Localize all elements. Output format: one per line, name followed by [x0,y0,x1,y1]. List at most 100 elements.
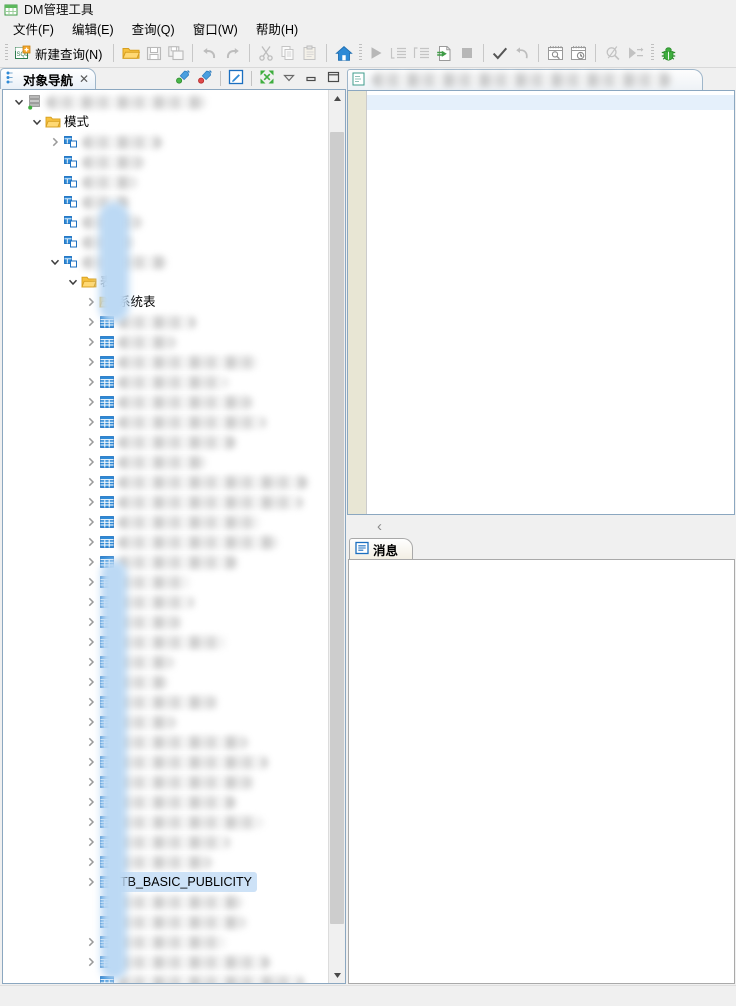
chevron-down-icon[interactable] [29,112,45,132]
chevron-right-icon[interactable] [83,352,99,372]
connect-button[interactable] [173,69,193,88]
tree-node-schemas[interactable]: 模式 [3,112,328,132]
chevron-right-icon[interactable] [83,512,99,532]
paste-button[interactable] [299,42,321,64]
chevron-right-icon[interactable] [83,432,99,452]
tree-node-table-10[interactable] [3,492,328,512]
tree-node-schema-1[interactable] [3,132,328,152]
chevron-left-icon[interactable]: ‹ [377,519,382,534]
tree-node-table-28[interactable] [3,852,328,872]
chevron-right-icon[interactable] [83,772,99,792]
explain-plan-button[interactable] [544,42,567,64]
tree-node-table-9[interactable] [3,472,328,492]
chevron-right-icon[interactable] [83,712,99,732]
messages-panel[interactable] [348,559,735,984]
tree-node-table-26[interactable] [3,812,328,832]
chevron-right-icon[interactable] [83,792,99,812]
copy-button[interactable] [277,42,299,64]
object-tree[interactable]: 模式表系统表 TB_BASIC_PUBLICITY [3,90,328,983]
menu-help[interactable]: 帮助(H) [247,18,307,40]
chevron-right-icon[interactable] [83,572,99,592]
chevron-right-icon[interactable] [83,652,99,672]
query-analyze-button[interactable] [601,42,624,64]
tree-node-table-8[interactable] [3,452,328,472]
scroll-thumb[interactable] [330,131,344,924]
save-button[interactable] [143,42,165,64]
minimize-button[interactable] [301,69,321,88]
tree-node-table-27[interactable] [3,832,328,852]
toolbar-grip[interactable] [359,44,363,62]
trace-button[interactable] [624,42,648,64]
chevron-right-icon[interactable] [83,832,99,852]
execute-script-button[interactable] [433,42,456,64]
tree-node-schema-6[interactable] [3,232,328,252]
menu-edit[interactable]: 编辑(E) [63,18,123,40]
tree-node-schema-current[interactable] [3,252,328,272]
tree-node-system-tables[interactable]: 系统表 [3,292,328,312]
stop-button[interactable] [456,42,478,64]
tree-node-table-11[interactable] [3,512,328,532]
tree-node-schema-2[interactable] [3,152,328,172]
maximize-button[interactable] [323,69,343,88]
tree-node-table-16[interactable] [3,612,328,632]
tree-node-schema-5[interactable] [3,212,328,232]
chevron-right-icon[interactable] [83,672,99,692]
tree-node-schema-3[interactable] [3,172,328,192]
tree-node-table-23[interactable] [3,752,328,772]
commit-button[interactable] [489,42,511,64]
tree-node-table-32[interactable] [3,932,328,952]
chevron-right-icon[interactable] [83,392,99,412]
collapse-all-button[interactable] [257,69,277,88]
toolbar-grip[interactable] [651,44,655,62]
chevron-down-icon[interactable] [65,272,81,292]
chevron-right-icon[interactable] [83,492,99,512]
menu-file[interactable]: 文件(F) [4,18,63,40]
chevron-right-icon[interactable] [83,612,99,632]
toolbar-grip[interactable] [5,44,8,62]
tree-node-tables[interactable]: 表 [3,272,328,292]
tree-node-table-20[interactable] [3,692,328,712]
execute-step-out-button[interactable] [410,42,433,64]
chevron-right-icon[interactable] [83,592,99,612]
tree-node-table-7[interactable] [3,432,328,452]
chevron-right-icon[interactable] [83,692,99,712]
chevron-down-icon[interactable] [47,252,63,272]
save-as-button[interactable] [165,42,187,64]
tree-node-table-3[interactable] [3,352,328,372]
tree-node-table-13[interactable] [3,552,328,572]
disconnect-button[interactable] [195,69,215,88]
menu-window[interactable]: 窗口(W) [184,18,247,40]
open-button[interactable] [119,42,143,64]
chevron-right-icon[interactable] [83,632,99,652]
editor-code-surface[interactable] [367,91,734,514]
execute-button[interactable] [365,42,387,64]
tree-node-table-17[interactable] [3,632,328,652]
tree-node-table-34[interactable] [3,972,328,983]
chevron-right-icon[interactable] [83,932,99,952]
chevron-right-icon[interactable] [83,372,99,392]
scroll-up-button[interactable] [329,90,345,106]
chevron-right-icon[interactable] [83,732,99,752]
chevron-right-icon[interactable] [83,532,99,552]
home-button[interactable] [332,42,356,64]
tree-node-table-21[interactable] [3,712,328,732]
debug-button[interactable] [657,42,680,64]
tree-node-table-15[interactable] [3,592,328,612]
tree-node-table-31[interactable] [3,912,328,932]
chevron-right-icon[interactable] [83,452,99,472]
chevron-right-icon[interactable] [83,412,99,432]
execute-step-into-button[interactable] [387,42,410,64]
tree-vertical-scrollbar[interactable] [328,90,345,983]
scroll-track[interactable] [329,106,345,967]
chevron-down-icon[interactable] [11,92,27,112]
tree-node-table-12[interactable] [3,532,328,552]
object-tree-scroll-area[interactable]: 模式表系统表 TB_BASIC_PUBLICITY [3,90,328,983]
close-icon[interactable]: ✕ [79,73,89,85]
tab-messages[interactable]: 消息 [349,538,414,559]
chevron-right-icon[interactable] [83,472,99,492]
tree-node-table-selected[interactable]: TB_BASIC_PUBLICITY [3,872,328,892]
chevron-right-icon[interactable] [47,132,63,152]
tree-node-table-2[interactable] [3,332,328,352]
menu-query[interactable]: 查询(Q) [123,18,184,40]
chevron-right-icon[interactable] [83,872,99,892]
